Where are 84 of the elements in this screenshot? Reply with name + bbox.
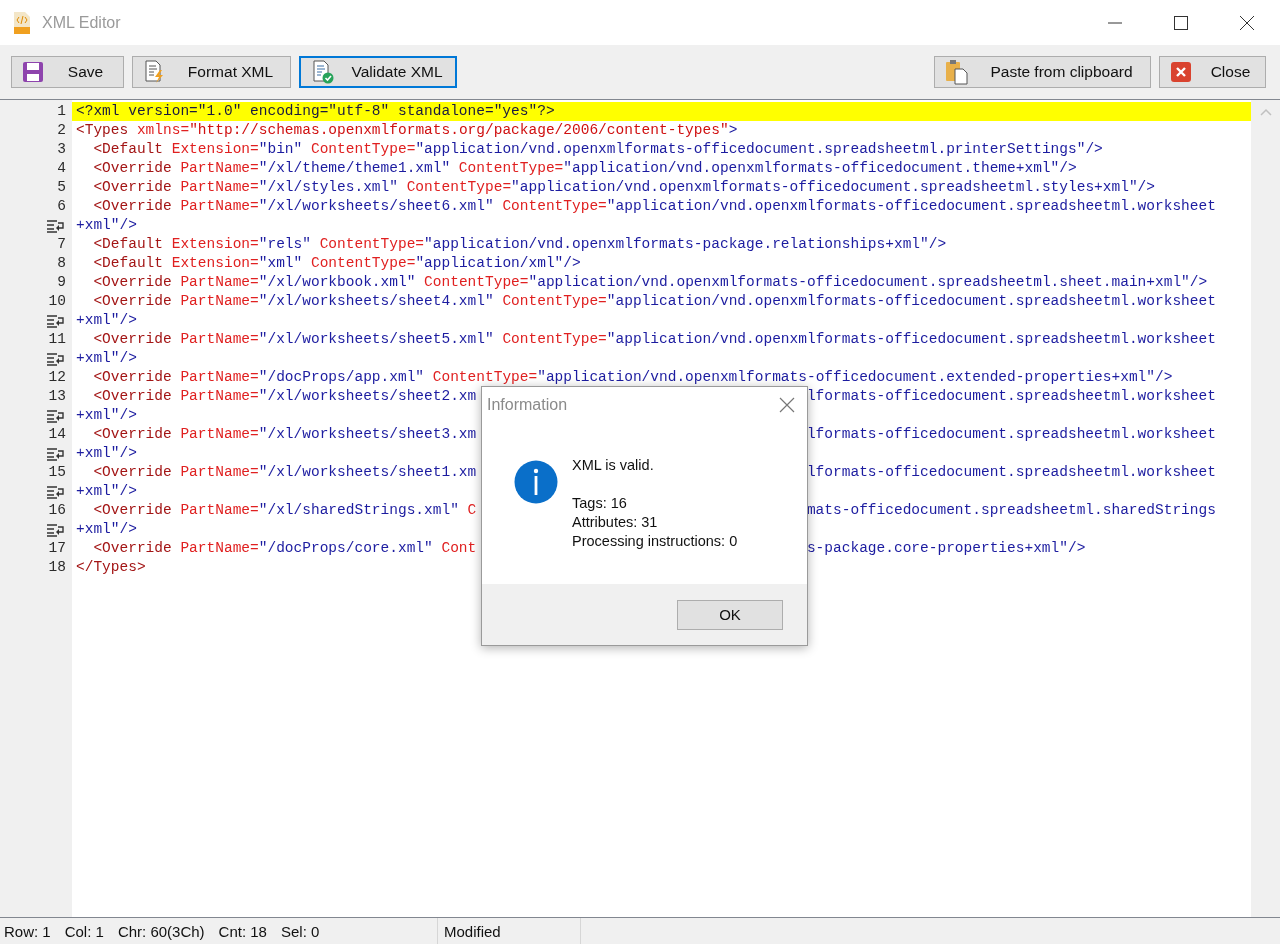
code-line: +xml"/> [76, 406, 137, 425]
code-line: lformats-officedocument.spreadsheetml.worksheet [806, 387, 1216, 406]
code-line: +xml"/> [76, 444, 137, 463]
dialog-detail: Attributes: 31 [572, 513, 659, 532]
close-icon [1239, 14, 1255, 31]
line-wrap-icon [46, 522, 66, 537]
status-field: Chr: 60(3Ch) [117, 922, 205, 940]
ok-button[interactable]: OK [677, 599, 783, 630]
code-line: <Override PartName="/xl/workbook.xml" ContentType="application/vnd.openxmlformats-officedocument.spreadsheetml.sheet.main+xml"/> [92, 273, 1208, 292]
code-line: <Default Extension="xml" ContentType="application/xml"/> [92, 254, 581, 273]
code-line: <Default Extension="bin" ContentType="application/vnd.openxmlformats-officedocument.spreadsheetml.printerSettings"/> [92, 140, 1103, 159]
code-line: <Override PartName="/docProps/app.xml" ContentType="application/vnd.openxmlformats-officedocument.extended-properties+xml"/> [92, 368, 1173, 387]
status-field: Sel: 0 [280, 922, 320, 940]
line-number: 4 [57, 159, 66, 178]
save-button[interactable]: Save [11, 56, 124, 88]
status-field: Col: 1 [64, 922, 104, 940]
line-number: 7 [57, 235, 66, 254]
line-wrap-icon [46, 484, 66, 499]
line-number: 16 [48, 501, 66, 520]
paste-button[interactable]: Paste from clipboard [934, 56, 1151, 88]
code-line: <Override PartName="/xl/styles.xml" ContentType="application/vnd.openxmlformats-officedocument.spreadsheetml.styles+xml"/> [92, 178, 1155, 197]
code-line: <Override PartName="/xl/theme/theme1.xml" ContentType="application/vnd.openxmlformats-officedocument.theme+xml"/> [92, 159, 1077, 178]
scrollbar[interactable] [1251, 100, 1280, 917]
dialog-title: Information [487, 396, 568, 414]
code-line: <Types xmlns="http://schemas.openxmlformats.org/package/2006/content-types"> [76, 121, 738, 140]
format-button[interactable]: Format XML [132, 56, 291, 88]
status-field: Cnt: 18 [218, 922, 267, 940]
line-wrap-icon [46, 218, 66, 233]
line-number: 8 [57, 254, 66, 273]
close-icon [1170, 61, 1192, 83]
code-line: mats-officedocument.spreadsheetml.sharedStrings [806, 501, 1216, 520]
code-line: lformats-officedocument.spreadsheetml.worksheet [806, 425, 1216, 444]
line-number: 1 [57, 102, 66, 121]
line-number: 6 [57, 197, 66, 216]
code-line: <Override PartName="/xl/worksheets/sheet6.xml" ContentType="application/vnd.openxmlformats-officedocument.spreadsheetml.worksheet [92, 197, 1216, 216]
line-number: 3 [57, 140, 66, 159]
line-number: 18 [48, 558, 66, 577]
line-number: 9 [57, 273, 66, 292]
line-number: 14 [48, 425, 66, 444]
clipboard-icon [945, 59, 969, 85]
code-line: <Override PartName="/xl/worksheets/sheet1.xm [92, 463, 477, 482]
validate-button[interactable]: Validate XML [299, 56, 457, 88]
close-icon[interactable] [779, 397, 795, 413]
line-number: 10 [48, 292, 66, 311]
dialog-detail: Tags: 16 [572, 494, 628, 513]
maximize-icon [1173, 14, 1189, 31]
line-wrap-icon [46, 408, 66, 423]
code-line: </Types> [76, 558, 146, 577]
line-number: 15 [48, 463, 66, 482]
scroll-up-icon[interactable] [1259, 108, 1272, 116]
line-wrap-icon [46, 446, 66, 461]
document-check-icon [311, 60, 335, 84]
line-wrap-icon [46, 351, 66, 366]
code-line: lformats-officedocument.spreadsheetml.worksheet [806, 463, 1216, 482]
code-line: <Override PartName="/xl/worksheets/sheet5.xml" ContentType="application/vnd.openxmlformats-officedocument.spreadsheetml.worksheet [92, 330, 1216, 349]
window-title: XML Editor [42, 13, 122, 32]
code-line: +xml"/> [76, 349, 137, 368]
code-line: <Override PartName="/xl/worksheets/sheet4.xml" ContentType="application/vnd.openxmlformats-officedocument.spreadsheetml.worksheet [92, 292, 1216, 311]
code-line: +xml"/> [76, 216, 137, 235]
line-wrap-icon [46, 313, 66, 328]
dialog-message: XML is valid. [572, 456, 655, 475]
xml-file-icon [13, 10, 31, 35]
code-line: <Override PartName="/docProps/core.xml" Cont [92, 539, 477, 558]
code-line: +xml"/> [76, 482, 137, 501]
line-number: 5 [57, 178, 66, 197]
line-number: 17 [48, 539, 66, 558]
code-line: <Override PartName="/xl/worksheets/sheet3.xm [92, 425, 477, 444]
code-line: <Override PartName="/xl/sharedStrings.xml" C [92, 501, 477, 520]
dialog-detail: Processing instructions: 0 [572, 532, 738, 551]
status-field: Row: 1 [4, 922, 51, 940]
code-line: +xml"/> [76, 311, 137, 330]
info-icon [514, 460, 558, 504]
code-line: <Default Extension="rels" ContentType="application/vnd.openxmlformats-package.relationships+xml"/> [92, 235, 947, 254]
code-line: +xml"/> [76, 520, 137, 539]
close-button[interactable]: Close [1159, 56, 1266, 88]
code-line: s-package.core-properties+xml"/> [806, 539, 1086, 558]
line-number: 11 [48, 330, 66, 349]
code-line: <Override PartName="/xl/worksheets/sheet2.xm [92, 387, 477, 406]
line-number: 13 [48, 387, 66, 406]
modified-status: Modified [438, 918, 581, 944]
minimize-icon [1108, 21, 1122, 24]
code-line: <?xml version="1.0" encoding="utf-8" standalone="yes"?> [76, 102, 555, 121]
line-number: 2 [57, 121, 66, 140]
line-number: 12 [48, 368, 66, 387]
